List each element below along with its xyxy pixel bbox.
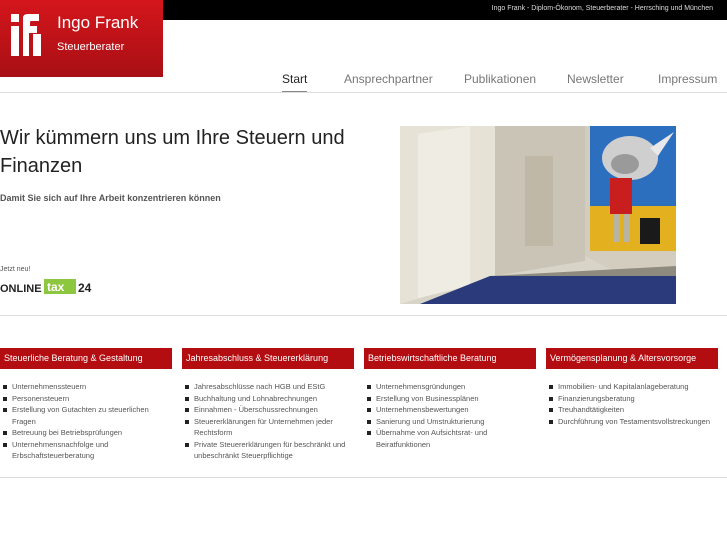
service-list: Jahresabschlüsse nach HGB und EStG Buchh… [182,381,354,462]
list-item: Jahresabschlüsse nach HGB und EStG [182,381,354,393]
online-logo-word: ONLINE [0,283,42,295]
list-item: Durchführung von Testamentsvollstreckung… [546,416,718,428]
list-item: Unternehmensgründungen [364,381,536,393]
tax-logo-word: tax [47,280,65,294]
service-heading: Vermögensplanung & Altersvorsorge [546,348,718,369]
service-list: Immobilien- und Kapitalanlageberatung Fi… [546,381,718,427]
list-item: Übernahme von Aufsichtsrat- und Beiratfu… [364,427,536,450]
list-item: Sanierung und Umstrukturierung [364,416,536,428]
service-heading: Betriebswirtschaftliche Beratung [364,348,536,369]
service-column-business: Betriebswirtschaftliche Beratung Unterne… [364,348,536,450]
site-logo[interactable]: Ingo Frank Steuerberater [0,0,163,77]
top-bar-text: Ingo Frank - Diplom-Ökonom, Steuerberate… [491,5,713,12]
if-logo-icon [11,14,41,56]
list-item: Immobilien- und Kapitalanlageberatung [546,381,718,393]
nav-start[interactable]: Start [282,72,308,92]
nav-impressum[interactable]: Impressum [658,72,717,86]
nav-newsletter[interactable]: Newsletter [567,72,624,86]
service-column-wealth: Vermögensplanung & Altersvorsorge Immobi… [546,348,718,427]
service-column-tax: Steuerliche Beratung & Gestaltung Untern… [0,348,172,462]
nav-publikationen[interactable]: Publikationen [464,72,536,86]
office-photo [400,126,676,304]
divider [0,92,727,93]
service-list: Unternehmenssteuern Personensteuern Erst… [0,381,172,462]
new-label: Jetzt neu! [0,266,31,273]
list-item: Buchhaltung und Lohnabrechnungen [182,393,354,405]
list-item: Steuererklärungen für Unternehmen jeder … [182,416,354,439]
list-item: Erstellung von Gutachten zu steuerlichen… [0,404,172,427]
online-tax24-logo[interactable]: ONLINE tax 24 [0,278,96,295]
list-item: Erstellung von Businessplänen [364,393,536,405]
list-item: Personensteuern [0,393,172,405]
list-item: Betreuung bei Betriebsprüfungen [0,427,172,439]
main-nav: Start Ansprechpartner Publikationen News… [0,72,727,92]
list-item: Unternehmenssteuern [0,381,172,393]
service-heading: Jahresabschluss & Steuererklärung [182,348,354,369]
logo-name: Ingo Frank [57,13,139,32]
service-heading: Steuerliche Beratung & Gestaltung [0,348,172,369]
list-item: Unternehmensnachfolge und Erbschaftsteue… [0,439,172,462]
divider [0,477,727,478]
nav-ansprechpartner[interactable]: Ansprechpartner [344,72,433,86]
list-item: Unternehmensbewertungen [364,404,536,416]
page-subline: Damit Sie sich auf Ihre Arbeit konzentri… [0,193,221,203]
service-column-annual-accounts: Jahresabschluss & Steuererklärung Jahres… [182,348,354,462]
list-item: Einnahmen - Überschussrechnungen [182,404,354,416]
divider [0,315,727,316]
logo-subtitle: Steuerberater [57,41,125,53]
page-headline: Wir kümmern uns um Ihre Steuern und Fina… [0,127,345,177]
service-list: Unternehmensgründungen Erstellung von Bu… [364,381,536,450]
list-item: Finanzierungsberatung [546,393,718,405]
list-item: Treuhandtätigkeiten [546,404,718,416]
logo-number: 24 [78,281,92,295]
list-item: Private Steuererklärungen für beschränkt… [182,439,354,462]
